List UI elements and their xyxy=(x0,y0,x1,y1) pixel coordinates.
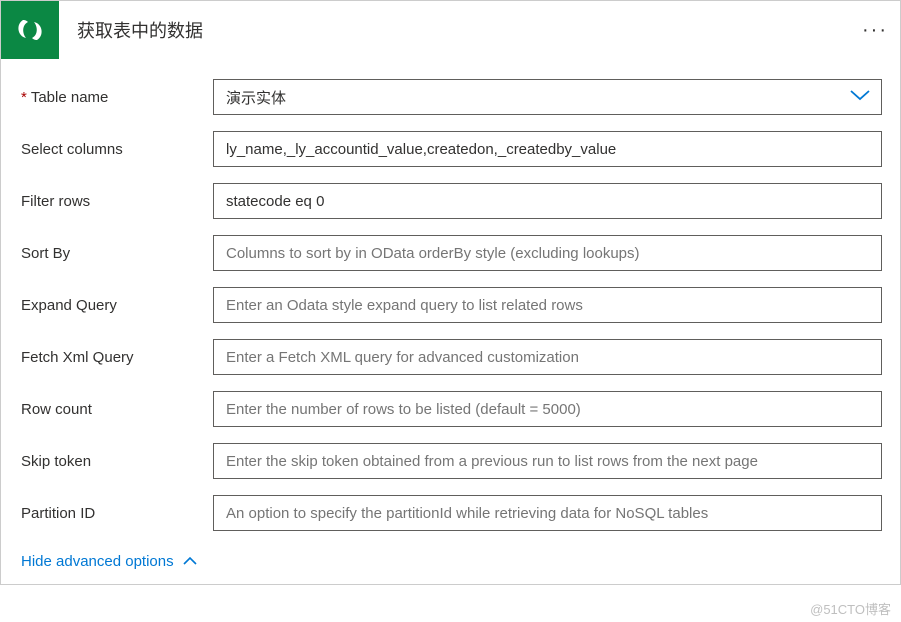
field-row-fetch-xml: Fetch Xml Query xyxy=(19,339,882,375)
partition-id-input[interactable] xyxy=(213,495,882,531)
fetch-xml-input[interactable] xyxy=(213,339,882,375)
action-card: 获取表中的数据 ··· *Table name 演示实体 Select colu… xyxy=(0,0,901,585)
table-name-value: 演示实体 xyxy=(226,87,286,108)
field-row-table-name: *Table name 演示实体 xyxy=(19,79,882,115)
watermark: @51CTO博客 xyxy=(810,599,891,618)
connector-icon-box xyxy=(1,1,59,59)
row-count-input[interactable] xyxy=(213,391,882,427)
field-row-filter-rows: Filter rows xyxy=(19,183,882,219)
field-row-sort-by: Sort By xyxy=(19,235,882,271)
card-body: *Table name 演示实体 Select columns Filter r… xyxy=(1,59,900,584)
chevron-up-icon xyxy=(182,553,198,570)
table-name-dropdown[interactable]: 演示实体 xyxy=(213,79,882,115)
chevron-down-icon xyxy=(849,88,871,106)
dataverse-swirl-icon xyxy=(13,13,47,47)
label-expand-query: Expand Query xyxy=(19,297,213,314)
label-row-count: Row count xyxy=(19,401,213,418)
field-row-select-columns: Select columns xyxy=(19,131,882,167)
filter-rows-input[interactable] xyxy=(213,183,882,219)
field-row-row-count: Row count xyxy=(19,391,882,427)
label-sort-by: Sort By xyxy=(19,245,213,262)
label-partition-id: Partition ID xyxy=(19,505,213,522)
select-columns-input[interactable] xyxy=(213,131,882,167)
label-table-name: *Table name xyxy=(19,89,213,106)
field-row-expand-query: Expand Query xyxy=(19,287,882,323)
label-fetch-xml: Fetch Xml Query xyxy=(19,349,213,366)
card-menu-button[interactable]: ··· xyxy=(850,1,900,59)
card-header: 获取表中的数据 ··· xyxy=(1,1,900,59)
label-filter-rows: Filter rows xyxy=(19,193,213,210)
required-marker: * xyxy=(21,89,27,106)
field-row-skip-token: Skip token xyxy=(19,443,882,479)
ellipsis-icon: ··· xyxy=(862,19,888,42)
skip-token-input[interactable] xyxy=(213,443,882,479)
expand-query-input[interactable] xyxy=(213,287,882,323)
field-row-partition-id: Partition ID xyxy=(19,495,882,531)
hide-advanced-label: Hide advanced options xyxy=(21,553,174,570)
label-select-columns: Select columns xyxy=(19,141,213,158)
hide-advanced-options-toggle[interactable]: Hide advanced options xyxy=(19,553,198,570)
label-skip-token: Skip token xyxy=(19,453,213,470)
sort-by-input[interactable] xyxy=(213,235,882,271)
card-title: 获取表中的数据 xyxy=(59,17,850,43)
